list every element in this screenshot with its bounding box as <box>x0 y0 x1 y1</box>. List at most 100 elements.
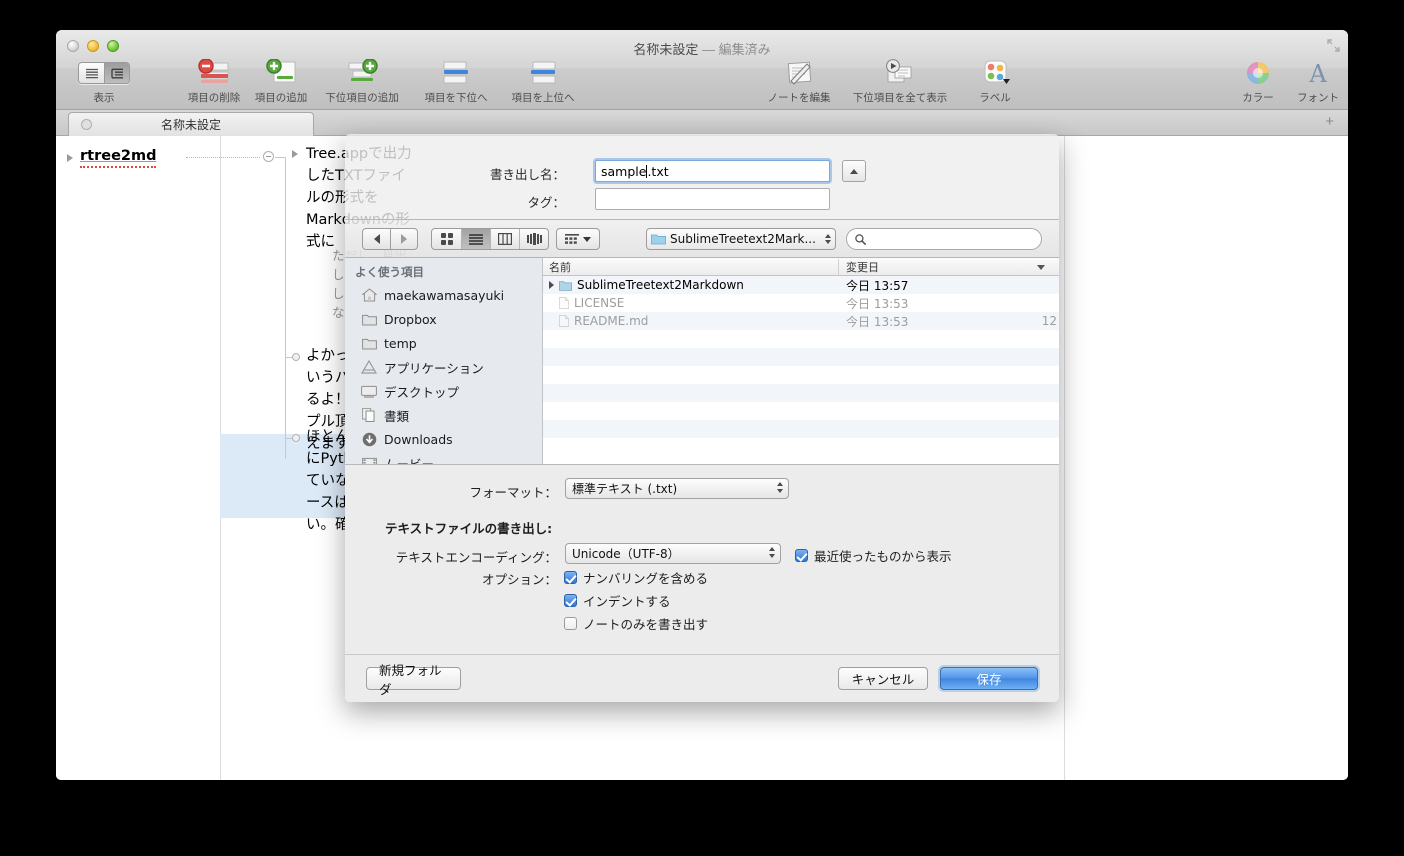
node-bullet-icon[interactable] <box>292 353 300 361</box>
new-tab-button[interactable]: + <box>1325 114 1334 129</box>
view-segmented-control[interactable] <box>78 58 130 88</box>
file-modified-cell: 今日 13:53 <box>846 314 909 329</box>
back-button[interactable] <box>363 229 390 249</box>
file-list[interactable]: 名前 変更日 SublimeTreetext2Markdown 今日 13:57 <box>543 258 1059 464</box>
column-header-name[interactable]: 名前 <box>543 258 839 275</box>
toolbar-label-add: 項目の追加 <box>254 92 308 104</box>
sidebar-item-temp[interactable]: temp <box>345 331 542 355</box>
documents-icon <box>361 407 377 423</box>
toolbar-item-font[interactable]: A フォント <box>1282 56 1348 108</box>
tags-input[interactable] <box>595 188 830 210</box>
option-include-numbering[interactable]: ナンバリングを含める <box>564 568 708 587</box>
sidebar-item-applications[interactable]: アプリケーション <box>345 355 542 379</box>
option-notes-only[interactable]: ノートのみを書き出す <box>564 614 708 633</box>
option-indent[interactable]: インデントする <box>564 591 671 610</box>
export-name-input[interactable]: sample.txt <box>595 160 830 182</box>
sidebar-item-movies[interactable]: ムービー <box>345 451 542 464</box>
outline-node-1-disclosure-wrap[interactable] <box>292 150 298 158</box>
sidebar-item-home[interactable]: maekawamasayuki <box>345 283 542 307</box>
encoding-value: Unicode（UTF-8） <box>572 547 680 561</box>
node-bullet-icon[interactable] <box>292 434 300 442</box>
format-popup-button[interactable]: 標準テキスト (.txt) <box>565 478 789 499</box>
checkbox-indicator[interactable] <box>564 571 577 584</box>
sidebar-item-dropbox[interactable]: Dropbox <box>345 307 542 331</box>
toolbar-item-label[interactable]: ラベル <box>959 56 1031 108</box>
toolbar-item-demote[interactable]: 項目を下位へ <box>413 56 499 108</box>
toolbar-label-demote: 項目を下位へ <box>424 92 488 104</box>
toolbar-item-add[interactable]: 項目の追加 <box>245 56 317 108</box>
file-name-cell[interactable]: SublimeTreetext2Markdown <box>543 278 839 292</box>
new-folder-button[interactable]: 新規フォルダ <box>366 663 461 697</box>
view-mode-outline[interactable] <box>79 63 104 83</box>
tab-status-dot <box>81 119 92 130</box>
sidebar-label: ムービー <box>384 456 435 465</box>
window-title-text: 名称未設定 <box>633 42 699 57</box>
checkbox-indicator[interactable] <box>564 594 577 607</box>
toolbar-item-edit-note[interactable]: ノートを編集 <box>756 56 842 108</box>
outline-root-title[interactable]: rtree2md <box>80 147 157 168</box>
view-mode-columns[interactable] <box>104 63 129 83</box>
column-header-modified[interactable]: 変更日 <box>839 259 1059 275</box>
tab-untitled[interactable]: 名称未設定 <box>68 112 314 136</box>
file-modified-cell: 今日 13:57 <box>846 278 909 293</box>
popup-stepper-icon <box>825 234 831 244</box>
icon-view-button[interactable] <box>432 229 461 249</box>
chevron-right-icon <box>401 234 407 244</box>
table-row[interactable]: SublimeTreetext2Markdown 今日 13:57 <box>543 276 1059 294</box>
option-label: インデントする <box>583 594 671 609</box>
sidebar-item-downloads[interactable]: Downloads <box>345 427 542 451</box>
toolbar-item-add-child[interactable]: 下位項目の追加 <box>312 56 412 108</box>
view-mode-segmented-control[interactable] <box>431 228 549 250</box>
table-row-empty <box>543 348 1059 366</box>
expand-disclosure-button[interactable] <box>842 160 866 182</box>
table-row[interactable]: LICENSE 今日 13:53 <box>543 294 1059 312</box>
column-view-button[interactable] <box>490 229 519 249</box>
table-row[interactable]: README.md 今日 13:53 12 <box>543 312 1059 330</box>
file-name-cell[interactable]: LICENSE <box>543 296 839 310</box>
disclosure-triangle-icon[interactable] <box>292 150 298 158</box>
expand-all-icon <box>883 58 917 88</box>
places-sidebar[interactable]: よく使う項目 maekawamasayuki Dropbox temp アプリケ… <box>345 258 543 464</box>
option-label: ノートのみを書き出す <box>583 617 709 632</box>
table-row-empty <box>543 330 1059 348</box>
sidebar-item-desktop[interactable]: デスクトップ <box>345 379 542 403</box>
nav-back-forward[interactable] <box>362 228 418 250</box>
promote-item-icon <box>528 58 558 88</box>
location-popup-button[interactable]: SublimeTreetext2Mark... <box>646 228 836 250</box>
encoding-popup-button[interactable]: Unicode（UTF-8） <box>565 543 781 564</box>
save-button[interactable]: 保存 <box>940 667 1038 690</box>
file-name-cell[interactable]: README.md <box>543 314 839 328</box>
color-wheel-icon <box>1244 58 1272 88</box>
toolbar-label-view: 表示 <box>93 92 115 104</box>
checkbox-indicator[interactable] <box>564 617 577 630</box>
toolbar-item-delete[interactable]: 項目の削除 <box>178 56 250 108</box>
collapse-node-button[interactable] <box>263 151 274 162</box>
coverflow-view-button[interactable] <box>519 229 548 249</box>
checkbox-indicator[interactable] <box>795 549 808 562</box>
arrange-by-button[interactable] <box>556 228 600 250</box>
show-recent-checkbox[interactable]: 最近使ったものから表示 <box>795 546 952 565</box>
file-list-header[interactable]: 名前 変更日 <box>543 258 1059 276</box>
disclosure-triangle-icon[interactable] <box>67 153 73 162</box>
cancel-button[interactable]: キャンセル <box>838 667 928 690</box>
edit-note-icon <box>783 58 815 88</box>
search-input[interactable] <box>846 228 1042 250</box>
toolbar-item-expand-all[interactable]: 下位項目を全て表示 <box>844 56 956 108</box>
outline-column-rule-2 <box>1064 136 1065 780</box>
tab-bar: 名称未設定 + <box>56 110 1348 136</box>
outline-node-3-bullet-wrap[interactable] <box>292 434 300 442</box>
outline-root-row[interactable]: rtree2md <box>67 147 157 168</box>
sidebar-item-documents[interactable]: 書類 <box>345 403 542 427</box>
disclosure-triangle-icon[interactable] <box>549 281 554 289</box>
toolbar-label-edit-note: ノートを編集 <box>767 92 831 104</box>
search-icon <box>855 233 866 245</box>
toolbar-item-view[interactable]: 表示 <box>68 56 140 108</box>
sidebar-label: maekawamasayuki <box>384 287 505 303</box>
fullscreen-icon[interactable] <box>1327 39 1340 52</box>
list-view-button[interactable] <box>461 229 490 249</box>
forward-button[interactable] <box>390 229 417 249</box>
outline-node-2-bullet-wrap[interactable] <box>292 353 300 361</box>
applications-icon <box>361 359 377 375</box>
toolbar-item-promote[interactable]: 項目を上位へ <box>500 56 586 108</box>
window-titlebar: 名称未設定 — 編集済み 表示 項目の削除 項目の追加 下位項目の追加 項目を下… <box>56 30 1348 110</box>
